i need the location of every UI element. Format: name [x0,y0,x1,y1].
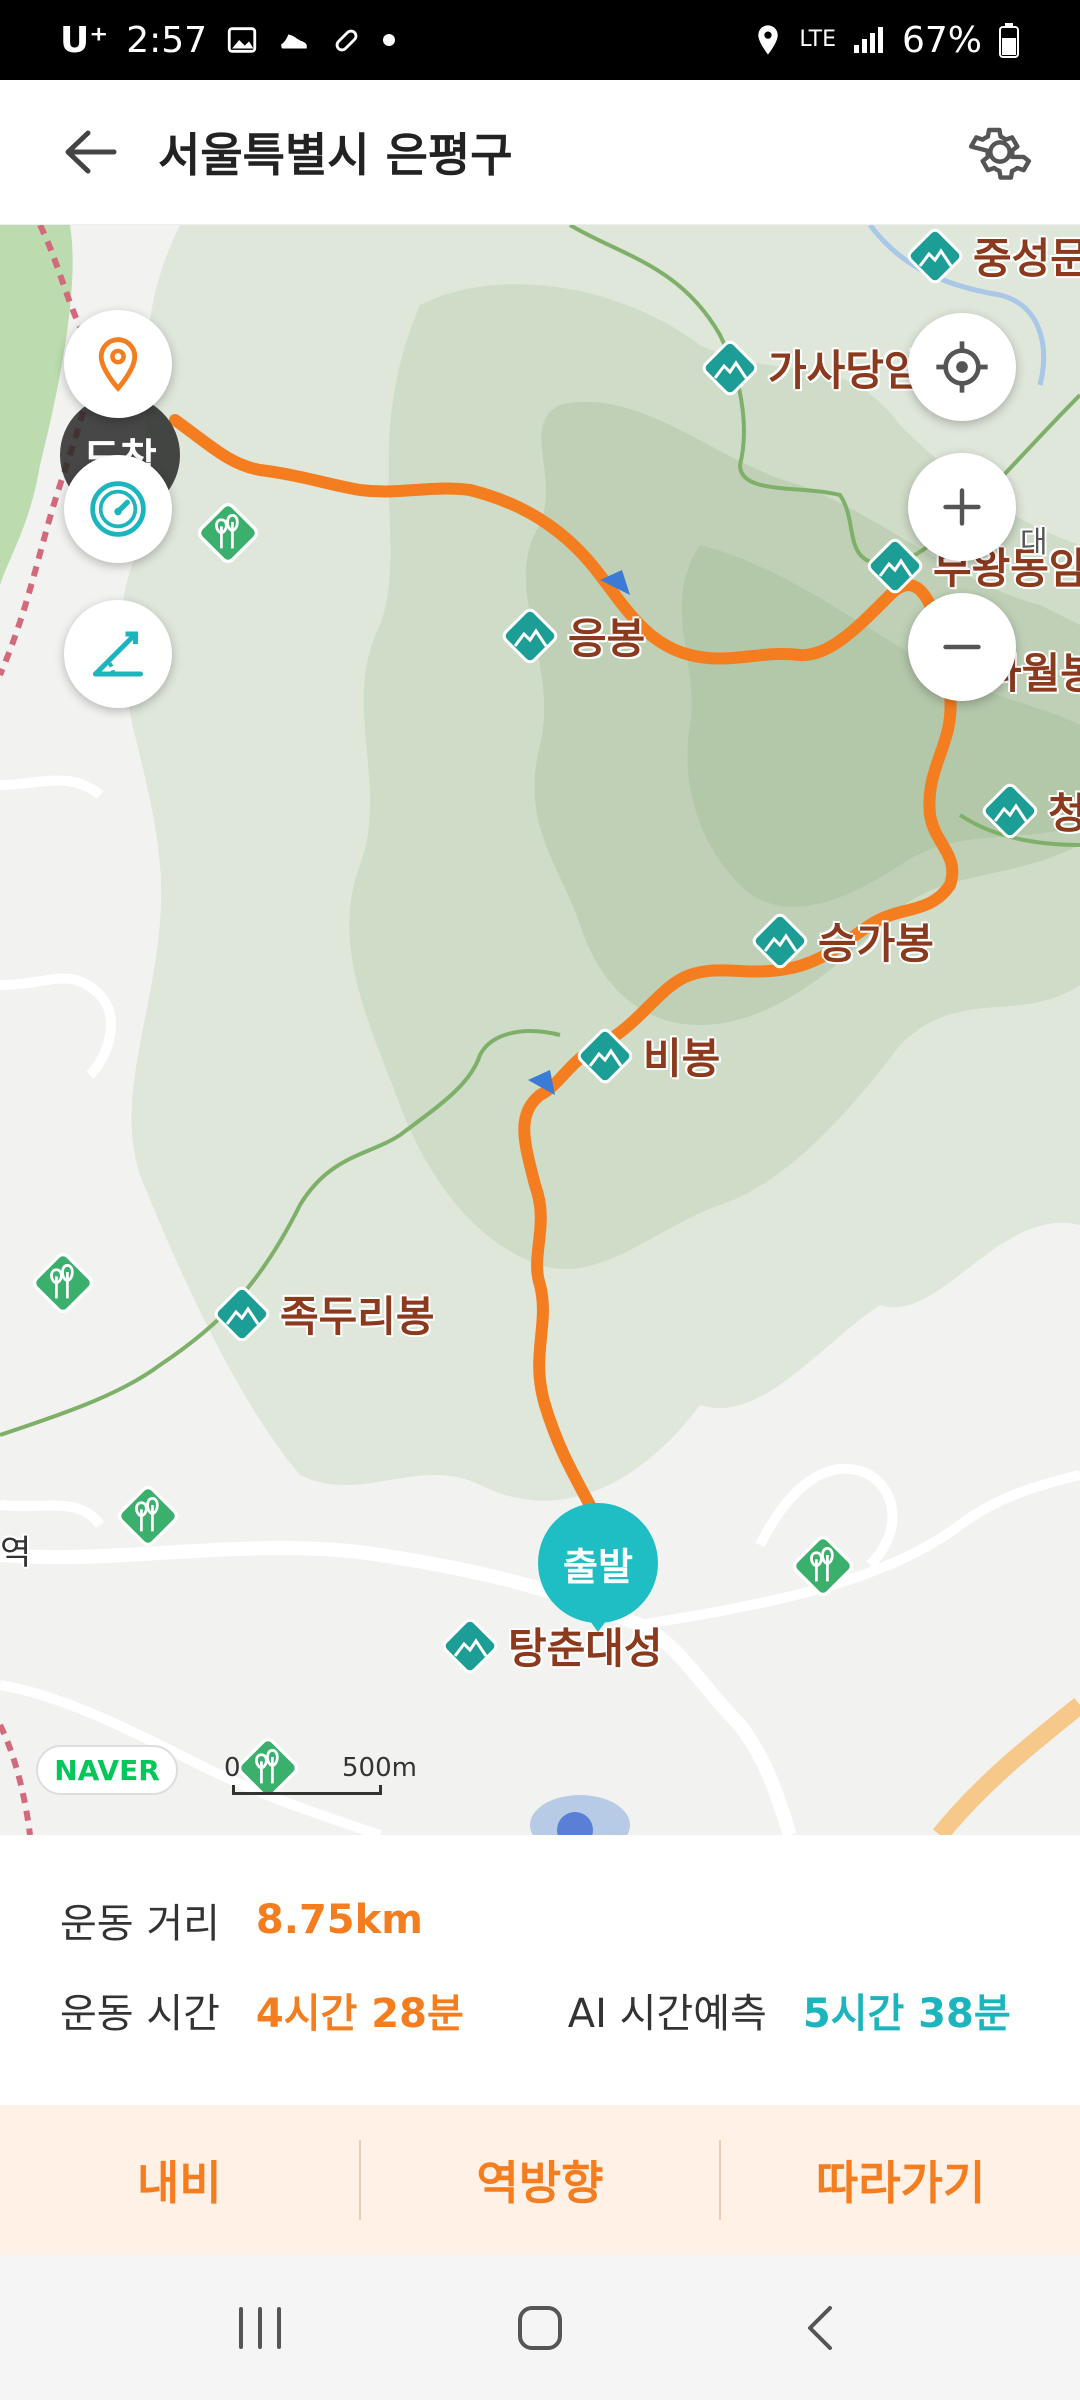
gear-icon [968,127,1032,180]
peak-marker-jungseongmun[interactable]: 중성문 [905,225,1080,286]
system-back-button[interactable] [760,2278,880,2378]
place-pin-button[interactable] [64,310,172,418]
speedometer-button[interactable] [64,455,172,563]
elevation-button[interactable] [64,600,172,708]
recent-apps-icon [239,2306,281,2349]
back-arrow-icon [65,130,117,174]
battery-icon [998,22,1020,58]
status-bar: U⁺ 2:57 LTE 67% [0,0,1080,80]
ai-prediction-label: AI 시간예측 [567,1991,767,2037]
home-button[interactable] [480,2278,600,2378]
route-info-panel: 운동 거리 8.75km 운동 시간 4시간 28분 AI 시간예측 5시간 3… [0,1835,1080,2105]
my-location-button[interactable] [908,313,1016,421]
ai-prediction-value: 5시간 38분 [802,1991,1011,2037]
crosshair-icon [936,341,988,393]
speedometer-icon [90,481,146,537]
peak-label: 중성문 [973,234,1080,283]
network-label: LTE [799,27,836,52]
mountain-icon [500,606,560,666]
follow-button[interactable]: 따라가기 [721,2147,1080,2213]
peak-label: 족두리봉 [280,1292,435,1341]
carrier-label: U⁺ [60,19,109,61]
recent-apps-button[interactable] [200,2278,320,2378]
mountain-icon [865,536,925,596]
peak-label: 비봉 [643,1034,721,1083]
distance-value: 8.75km [255,1897,423,1943]
shoe-icon [277,23,311,57]
peak-marker-cheong[interactable]: 청 [980,780,1080,841]
peak-marker-bibong[interactable]: 비봉 [575,1025,720,1086]
mountain-icon [750,911,810,971]
scale-distance-label: 500m [342,1753,417,1783]
naver-logo: NAVER [36,1745,178,1795]
clock: 2:57 [126,19,208,61]
map-pin-icon [98,337,138,392]
peak-label: 승가봉 [818,919,934,968]
peak-label: 응봉 [568,614,646,663]
mountain-icon [575,1026,635,1086]
forest-icon[interactable] [195,500,261,566]
peak-marker-eungbong[interactable]: 응봉 [500,605,645,666]
start-marker-tail [582,1610,614,1632]
pill-icon [329,23,363,57]
slope-angle-icon [93,631,143,677]
map-view[interactable]: 응봉 승가봉 비봉 족두리봉 탕춘대성 가사당암문 중성문 부왕동암 월봉 청 … [0,225,1080,1835]
peak-marker-tangchundaeseong[interactable]: 탕춘대성 [440,1615,663,1676]
mountain-icon [440,1616,500,1676]
location-icon [753,23,783,57]
chevron-left-icon [808,2305,832,2350]
distance-row: 운동 거리 8.75km [60,1875,1020,1965]
system-nav-bar [0,2255,1080,2400]
settings-button[interactable] [950,102,1050,202]
battery-percent: 67% [901,19,982,61]
time-row: 운동 시간 4시간 28분 AI 시간예측 5시간 38분 [60,1965,1020,2055]
gallery-icon [225,23,259,57]
peak-label: 청 [1048,789,1080,838]
zoom-out-button[interactable] [908,593,1016,701]
back-button[interactable] [40,102,140,202]
mountain-icon [905,226,965,286]
minus-icon [943,644,981,650]
mountain-icon [700,338,760,398]
partial-station-label: 역 [0,1533,32,1573]
start-marker[interactable]: 출발 [538,1503,658,1623]
plus-icon [943,488,981,526]
zoom-in-button[interactable] [908,453,1016,561]
peak-marker-jokduribong[interactable]: 족두리봉 [212,1283,435,1344]
forest-icon[interactable] [115,1483,181,1549]
forest-icon[interactable] [790,1533,856,1599]
navi-button[interactable]: 내비 [0,2147,359,2213]
time-value: 4시간 28분 [255,1991,464,2037]
app-header: 서울특별시 은평구 [0,80,1080,225]
scale-zero-label: 0 [224,1753,241,1783]
mountain-icon [212,1284,272,1344]
forest-icon[interactable] [30,1250,96,1316]
page-title: 서울특별시 은평구 [158,128,513,182]
action-bar: 내비 역방향 따라가기 [0,2105,1080,2255]
time-label: 운동 시간 [60,1991,220,2037]
dot-icon [381,32,397,48]
mountain-icon [980,781,1040,841]
distance-label: 운동 거리 [60,1901,220,1947]
partial-dae-label: 대 [1020,525,1048,560]
reverse-direction-button[interactable]: 역방향 [361,2147,720,2213]
home-icon [518,2305,562,2350]
peak-marker-seunggabong[interactable]: 승가봉 [750,910,934,971]
scale-bar [232,1785,382,1795]
signal-icon [852,25,886,55]
